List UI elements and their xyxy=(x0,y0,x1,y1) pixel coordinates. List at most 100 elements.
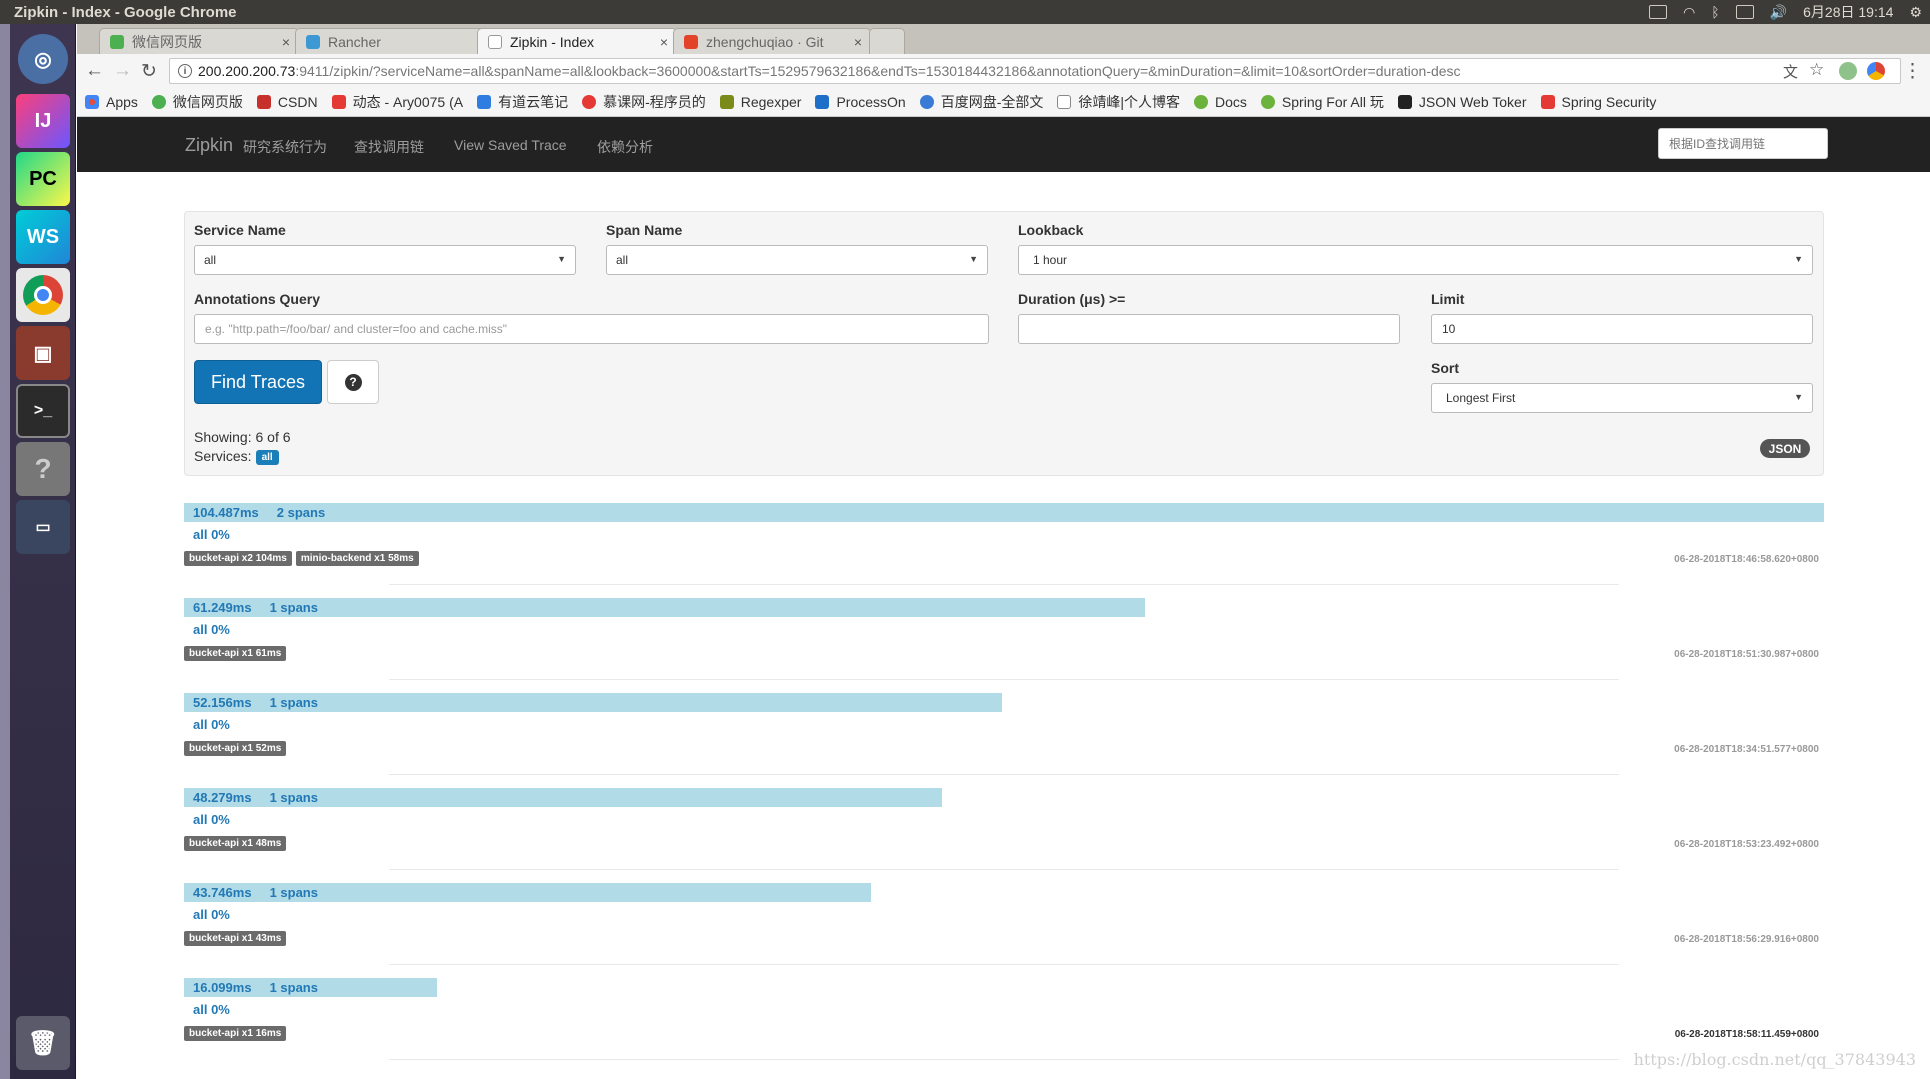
trace-span-count: 1 spans xyxy=(269,600,318,615)
limit-input[interactable] xyxy=(1431,314,1813,344)
bookmark-item[interactable]: 百度网盘-全部文 xyxy=(919,92,1043,112)
gitee-icon xyxy=(331,95,346,109)
close-tab-icon[interactable]: × xyxy=(854,34,862,50)
bookmark-item[interactable]: 徐靖峰|个人博客 xyxy=(1057,92,1180,112)
trace-summary[interactable]: 48.279ms 1 spans xyxy=(193,790,318,805)
nav-dependencies[interactable]: 依赖分析 xyxy=(597,137,653,157)
webstorm-icon[interactable]: WS xyxy=(16,210,70,264)
back-arrow-icon[interactable]: ← xyxy=(85,60,104,82)
help-button[interactable]: ? xyxy=(327,360,379,404)
volume-icon[interactable]: 🔊 xyxy=(1770,4,1787,21)
nav-explore-behavior[interactable]: 研究系统行为 xyxy=(243,137,327,157)
help-app-icon[interactable]: ? xyxy=(16,442,70,496)
trace-id-search-input[interactable] xyxy=(1658,128,1828,159)
trace-row[interactable]: 61.249ms 1 spans all 0% bucket-api x1 61ms 0… xyxy=(184,598,1824,693)
find-traces-button[interactable]: Find Traces xyxy=(194,360,322,404)
trace-row[interactable]: 104.487ms 2 spans all 0% bucket-api x2 104m… xyxy=(184,503,1824,598)
bookmark-item[interactable]: CSDN xyxy=(256,94,318,110)
lookback-select[interactable]: 1 hour ▼ xyxy=(1018,245,1813,275)
processon-icon xyxy=(815,95,830,109)
trace-summary[interactable]: 16.099ms 1 spans xyxy=(193,980,318,995)
dropdown-caret-icon: ▼ xyxy=(557,254,566,264)
trace-duration: 61.249ms xyxy=(193,600,252,615)
site-info-icon[interactable]: i xyxy=(178,64,192,78)
bookmark-item[interactable]: 有道云笔记 xyxy=(477,92,568,112)
tab-gitlab[interactable]: zhengchuqiao · Git × xyxy=(673,28,871,54)
bookmark-item[interactable]: Regexper xyxy=(719,94,801,110)
file-manager-icon[interactable]: ▣ xyxy=(16,326,70,380)
trace-row[interactable]: 16.099ms 1 spans all 0% bucket-api x1 16ms 0… xyxy=(184,978,1824,1073)
bluetooth-icon[interactable]: ᛒ xyxy=(1711,4,1719,20)
dropdown-caret-icon: ▼ xyxy=(969,254,978,264)
services-badge[interactable]: all xyxy=(255,450,279,465)
trace-duration: 16.099ms xyxy=(193,980,252,995)
trace-summary[interactable]: 52.156ms 1 spans xyxy=(193,695,318,710)
settings-gear-icon[interactable]: ⚙ xyxy=(1909,4,1922,21)
translate-icon[interactable]: 文 xyxy=(1783,61,1798,82)
chrome-menu-icon[interactable]: ⋮ xyxy=(1903,60,1922,83)
nav-find-traces[interactable]: 查找调用链 xyxy=(354,137,424,157)
trace-summary[interactable]: 43.746ms 1 spans xyxy=(193,885,318,900)
keyboard-icon[interactable] xyxy=(1649,5,1668,19)
span-name-select[interactable]: all ▼ xyxy=(606,245,988,275)
bookmark-item[interactable]: JSON Web Toker xyxy=(1397,94,1527,110)
new-tab-button[interactable] xyxy=(869,28,905,54)
json-button[interactable]: JSON xyxy=(1760,439,1810,458)
reload-icon[interactable]: ↻ xyxy=(141,60,157,83)
trace-list: 104.487ms 2 spans all 0% bucket-api x2 104m… xyxy=(184,503,1824,1073)
gitlab-favicon-icon xyxy=(684,34,698,49)
apps-grid-icon xyxy=(85,95,99,109)
workspace-switcher-icon[interactable]: ▭ xyxy=(16,500,70,554)
trace-service-tags: bucket-api x2 104ms minio-backend x1 58ms xyxy=(184,551,419,566)
chrome-tab-bar: 微信网页版 × Rancher × Zipkin - Index × zheng… xyxy=(77,24,1930,54)
duration-input[interactable] xyxy=(1018,314,1400,344)
rancher-favicon-icon xyxy=(306,34,320,49)
terminal-icon[interactable]: >_ xyxy=(16,384,70,438)
trace-duration-bar[interactable] xyxy=(184,503,1824,522)
system-clock[interactable]: 6月28日 19:14 xyxy=(1803,2,1893,22)
close-tab-icon[interactable]: × xyxy=(660,34,668,50)
tab-rancher[interactable]: Rancher × xyxy=(295,28,495,54)
chrome-icon[interactable] xyxy=(16,268,70,322)
address-bar[interactable]: i 200.200.200.73:9411/zipkin/?serviceNam… xyxy=(169,58,1901,84)
close-tab-icon[interactable]: × xyxy=(282,34,290,50)
trace-summary[interactable]: 61.249ms 1 spans xyxy=(193,600,318,615)
trace-span-count: 1 spans xyxy=(269,885,318,900)
spring-icon xyxy=(1260,95,1275,109)
bookmark-item[interactable]: Spring For All 玩 xyxy=(1260,92,1384,112)
sort-select[interactable]: Longest First ▼ xyxy=(1431,383,1813,413)
bookmark-item[interactable]: ProcessOn xyxy=(815,94,906,110)
trace-duration-bar[interactable] xyxy=(184,598,1145,617)
trace-row[interactable]: 52.156ms 1 spans all 0% bucket-api x1 52ms 0… xyxy=(184,693,1824,788)
service-name-select[interactable]: all ▼ xyxy=(194,245,576,275)
extension-icon[interactable] xyxy=(1839,62,1857,80)
bookmark-star-icon[interactable]: ☆ xyxy=(1809,60,1824,80)
bookmark-item[interactable]: 微信网页版 xyxy=(151,92,243,112)
ubuntu-dash-icon[interactable]: ◎ xyxy=(18,34,68,84)
trace-row[interactable]: 43.746ms 1 spans all 0% bucket-api x1 43ms 0… xyxy=(184,883,1824,978)
trash-icon[interactable]: 🗑 xyxy=(16,1016,70,1070)
zipkin-brand[interactable]: Zipkin xyxy=(185,135,233,156)
battery-icon[interactable] xyxy=(1735,5,1754,19)
nav-view-saved-trace[interactable]: View Saved Trace xyxy=(454,137,567,153)
annotations-query-input[interactable] xyxy=(194,314,989,344)
trace-timestamp: 06-28-2018T18:58:11.459+0800 xyxy=(1674,1029,1819,1040)
tab-zipkin-index[interactable]: Zipkin - Index × xyxy=(477,28,677,54)
bookmark-item[interactable]: Spring Security xyxy=(1540,94,1656,110)
trace-summary[interactable]: 104.487ms 2 spans xyxy=(193,505,325,520)
tab-wechat[interactable]: 微信网页版 × xyxy=(99,28,299,54)
intellij-idea-icon[interactable]: IJ xyxy=(16,94,70,148)
trace-service-tags: bucket-api x1 48ms xyxy=(184,836,287,851)
limit-label: Limit xyxy=(1431,291,1465,307)
bookmark-item[interactable]: 动态 - Ary0075 (A xyxy=(331,92,463,112)
forward-arrow-icon[interactable]: → xyxy=(113,60,132,82)
extension-icon[interactable] xyxy=(1867,62,1885,80)
wifi-icon[interactable]: ◠ xyxy=(1683,4,1695,21)
bookmark-item[interactable]: Docs xyxy=(1194,94,1247,110)
service-tag-badge: bucket-api x1 61ms xyxy=(184,646,287,661)
search-form: Service Name all ▼ Span Name all ▼ Lookb… xyxy=(184,211,1824,476)
bookmark-item[interactable]: 慕课网-程序员的 xyxy=(582,92,706,112)
pycharm-icon[interactable]: PC xyxy=(16,152,70,206)
trace-row[interactable]: 48.279ms 1 spans all 0% bucket-api x1 48ms 0… xyxy=(184,788,1824,883)
bookmark-apps[interactable]: Apps xyxy=(85,94,138,110)
